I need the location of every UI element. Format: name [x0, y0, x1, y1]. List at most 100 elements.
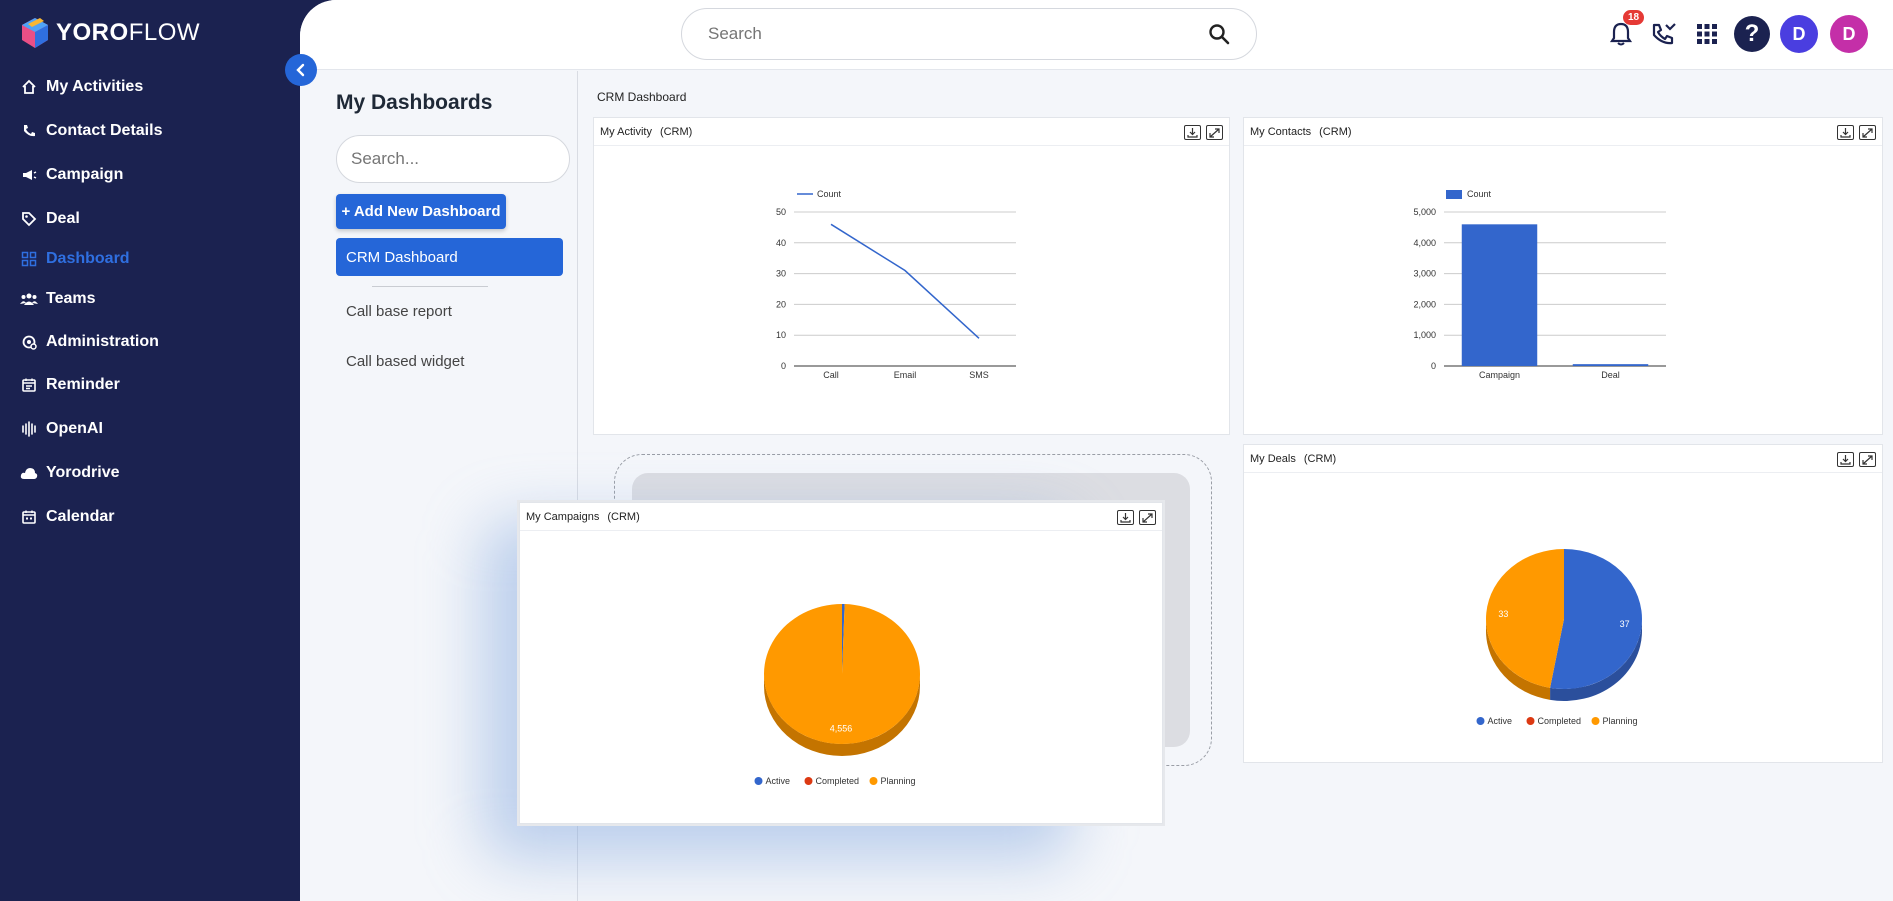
- expand-icon[interactable]: [1206, 125, 1223, 140]
- sidebar-item-contact-details[interactable]: Contact Details: [20, 122, 162, 140]
- openai-icon: [20, 420, 38, 438]
- help-button[interactable]: ?: [1732, 12, 1772, 56]
- legend-swatch: [1446, 190, 1462, 199]
- widget-my-deals[interactable]: My Deals (CRM) 37 33 Active Completed Planni…: [1243, 444, 1883, 763]
- legend-marker: [869, 777, 878, 785]
- y-tick-label: 20: [776, 299, 786, 309]
- sidebar-item-label: Campaign: [46, 166, 124, 183]
- widget-header[interactable]: My Deals (CRM): [1244, 445, 1882, 473]
- y-tick-label: 1,000: [1413, 330, 1436, 340]
- avatar: D: [1780, 15, 1818, 53]
- legend-label: Completed: [816, 776, 860, 786]
- y-tick-label: 40: [776, 238, 786, 248]
- reminder-calendar-icon: [20, 376, 38, 394]
- call-log-button[interactable]: [1644, 12, 1684, 56]
- dashboard-item-call-based-widget[interactable]: Call based widget: [336, 342, 563, 380]
- widget-my-campaigns[interactable]: My Campaigns (CRM) 4,556 Active Completed P…: [519, 502, 1163, 824]
- activity-line-chart: Count 0 10 20 30 40 50 Call Email SMS: [776, 189, 1016, 380]
- sidebar-item-reminder[interactable]: Reminder: [20, 376, 120, 394]
- sidebar-item-calendar[interactable]: Calendar: [20, 508, 114, 526]
- widget-my-contacts[interactable]: My Contacts (CRM) Count 0 1,000 2,000 3,000 4…: [1243, 117, 1883, 435]
- brand-bold: YORO: [56, 19, 129, 46]
- divider: [372, 286, 488, 287]
- widget-header[interactable]: My Contacts (CRM): [1244, 118, 1882, 146]
- sidebar-item-dashboard[interactable]: Dashboard: [20, 250, 130, 268]
- widget-tag: (CRM): [1303, 452, 1337, 465]
- user-avatar-2[interactable]: D: [1829, 12, 1869, 56]
- home-icon: [20, 78, 38, 96]
- pie-data-label: 4,556: [830, 724, 853, 734]
- sidebar-item-label: Contact Details: [46, 122, 163, 139]
- avatar: D: [1830, 15, 1868, 53]
- megaphone-icon: [20, 166, 38, 184]
- widget-tag: (CRM): [1319, 125, 1352, 138]
- sidebar-item-teams[interactable]: Teams: [20, 290, 96, 308]
- legend-marker: [1476, 717, 1485, 725]
- dashboard-item-call-base-report[interactable]: Call base report: [336, 292, 563, 330]
- sidebar-item-openai[interactable]: OpenAI: [20, 420, 103, 438]
- widget-header[interactable]: My Campaigns (CRM): [520, 503, 1162, 531]
- bar: [1461, 224, 1538, 366]
- sidebar-item-label: OpenAI: [46, 420, 103, 437]
- apps-grid-button[interactable]: [1687, 12, 1727, 56]
- dashboards-search[interactable]: [336, 135, 572, 183]
- sidebar-item-administration[interactable]: Administration: [20, 333, 159, 351]
- expand-icon[interactable]: [1859, 125, 1876, 140]
- sidebar-item-label: Calendar: [46, 508, 115, 525]
- calendar-icon: [20, 508, 38, 526]
- dashboards-title: My Dashboards: [336, 91, 493, 114]
- x-tick-label: Deal: [1601, 370, 1620, 380]
- y-tick-label: 5,000: [1413, 207, 1436, 217]
- expand-icon[interactable]: [1139, 510, 1156, 525]
- sidebar-item-campaign[interactable]: Campaign: [20, 166, 123, 184]
- pie-data-label: 37: [1620, 619, 1630, 629]
- widget-tag: (CRM): [607, 510, 640, 523]
- y-tick-label: 3,000: [1413, 269, 1436, 279]
- legend-label: Count: [1467, 189, 1492, 199]
- people-icon: [20, 290, 38, 308]
- sidebar-item-yorodrive[interactable]: Yorodrive: [20, 464, 120, 482]
- sidebar-item-label: Deal: [46, 210, 80, 227]
- sidebar-collapse-button[interactable]: [285, 54, 317, 86]
- widget-tag: (CRM): [659, 125, 693, 138]
- x-tick-label: Campaign: [1479, 370, 1520, 380]
- download-icon[interactable]: [1117, 510, 1134, 525]
- download-icon[interactable]: [1837, 452, 1854, 467]
- add-dashboard-button[interactable]: + Add New Dashboard: [336, 194, 506, 229]
- main-area: 18 ? D D My Dashboards + Add New D: [300, 0, 1893, 901]
- sidebar-item-deal[interactable]: Deal: [20, 210, 80, 228]
- pie-data-label: 33: [1498, 609, 1508, 619]
- download-icon[interactable]: [1837, 125, 1854, 140]
- logo-icon: [22, 18, 48, 48]
- cloud-drive-icon: [20, 464, 38, 482]
- widget-header[interactable]: My Activity (CRM): [594, 118, 1229, 146]
- y-tick-label: 50: [776, 207, 786, 217]
- sidebar-item-label: Administration: [46, 333, 159, 350]
- legend-label: Count: [817, 189, 842, 199]
- global-search-input[interactable]: [708, 24, 1208, 44]
- sidebar-item-my-activities[interactable]: My Activities: [20, 78, 143, 96]
- x-tick-label: SMS: [969, 370, 989, 380]
- widget-my-activity[interactable]: My Activity (CRM) Count 0 10 20 30 40 50 Call Em…: [593, 117, 1230, 435]
- expand-icon[interactable]: [1859, 452, 1876, 467]
- search-icon[interactable]: [1208, 23, 1230, 45]
- y-tick-label: 0: [1431, 361, 1436, 371]
- notifications-button[interactable]: 18: [1601, 10, 1645, 56]
- user-avatar-1[interactable]: D: [1779, 12, 1819, 56]
- dashboard-grid-icon: [20, 250, 38, 268]
- notification-badge: 18: [1623, 10, 1645, 25]
- download-icon[interactable]: [1184, 125, 1201, 140]
- legend-label: Planning: [1603, 716, 1638, 726]
- dashboards-search-input[interactable]: [351, 149, 572, 169]
- series-line: [830, 223, 980, 339]
- x-tick-label: Call: [823, 370, 839, 380]
- global-search[interactable]: [681, 8, 1257, 60]
- sidebar-item-label: Teams: [46, 290, 96, 307]
- x-tick-label: Email: [894, 370, 917, 380]
- campaigns-pie-chart: 4,556 Active Completed Planning: [754, 604, 920, 786]
- legend-marker: [754, 777, 763, 785]
- dashboard-item-crm[interactable]: CRM Dashboard: [336, 238, 563, 276]
- app-logo[interactable]: YOROFLOW: [20, 16, 200, 50]
- sidebar-item-label: Reminder: [46, 376, 120, 393]
- deals-pie-chart: 37 33 Active Completed Planning: [1476, 549, 1642, 726]
